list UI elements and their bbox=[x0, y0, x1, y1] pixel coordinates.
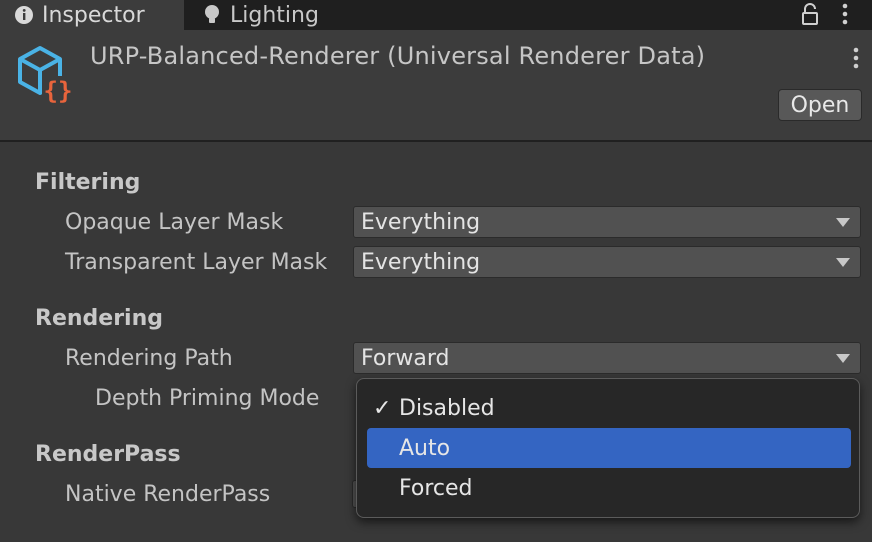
option-label: Disabled bbox=[399, 395, 495, 421]
header-menu-icon[interactable] bbox=[851, 45, 861, 75]
tab-inspector-label: Inspector bbox=[42, 2, 145, 28]
rendering-path-dropdown[interactable]: Forward bbox=[353, 342, 861, 374]
depth-priming-mode-popup: ✓ Disabled Auto Forced bbox=[356, 378, 860, 518]
open-button[interactable]: Open bbox=[778, 89, 862, 121]
rendering-path-value: Forward bbox=[361, 345, 450, 371]
svg-text:{}: {} bbox=[44, 77, 73, 105]
transparent-layer-mask-dropdown[interactable]: Everything bbox=[353, 246, 861, 278]
info-icon bbox=[14, 5, 34, 25]
asset-title: URP-Balanced-Renderer (Universal Rendere… bbox=[90, 42, 706, 70]
option-label: Auto bbox=[399, 435, 451, 461]
transparent-layer-mask-value: Everything bbox=[361, 249, 481, 275]
opaque-layer-mask-dropdown[interactable]: Everything bbox=[353, 206, 861, 238]
scriptable-object-icon: {} bbox=[14, 44, 76, 110]
option-disabled[interactable]: ✓ Disabled bbox=[367, 388, 851, 428]
opaque-layer-mask-label: Opaque Layer Mask bbox=[65, 210, 284, 235]
lock-icon[interactable] bbox=[800, 3, 820, 31]
lightbulb-icon bbox=[202, 4, 222, 26]
section-filtering[interactable]: Filtering bbox=[35, 170, 140, 195]
checkmark-icon: ✓ bbox=[373, 395, 392, 421]
rendering-path-label: Rendering Path bbox=[65, 346, 233, 371]
transparent-layer-mask-label: Transparent Layer Mask bbox=[65, 250, 328, 275]
tab-inspector[interactable]: Inspector bbox=[0, 0, 184, 30]
section-rendering[interactable]: Rendering bbox=[35, 306, 163, 331]
section-renderpass[interactable]: RenderPass bbox=[35, 442, 181, 467]
tab-lighting[interactable]: Lighting bbox=[190, 0, 390, 30]
option-auto[interactable]: Auto bbox=[367, 428, 851, 468]
tab-menu-icon[interactable] bbox=[840, 2, 850, 30]
depth-priming-mode-label: Depth Priming Mode bbox=[95, 386, 320, 411]
native-renderpass-label: Native RenderPass bbox=[65, 482, 271, 507]
dropdown-arrow-icon bbox=[836, 258, 850, 267]
header-divider bbox=[0, 140, 872, 142]
option-label: Forced bbox=[399, 475, 473, 501]
tab-lighting-label: Lighting bbox=[230, 2, 319, 28]
opaque-layer-mask-value: Everything bbox=[361, 209, 481, 235]
dropdown-arrow-icon bbox=[836, 354, 850, 363]
option-forced[interactable]: Forced bbox=[367, 468, 851, 508]
dropdown-arrow-icon bbox=[836, 218, 850, 227]
